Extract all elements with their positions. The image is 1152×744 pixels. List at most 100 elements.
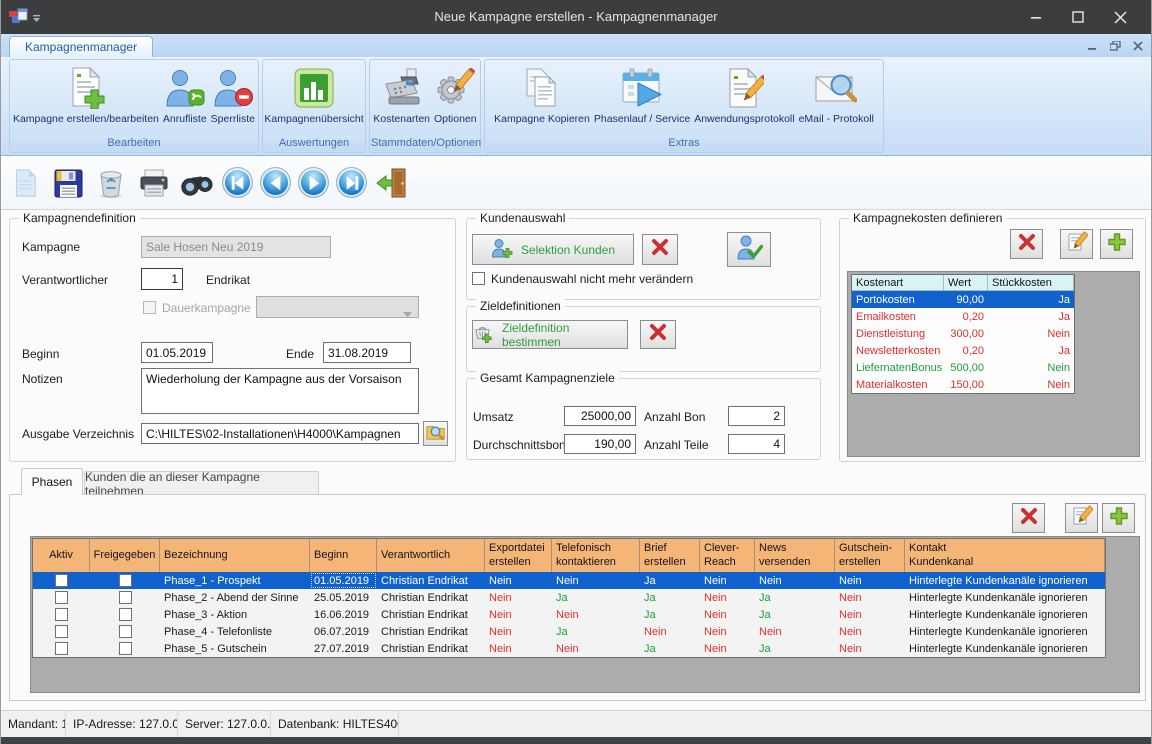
phase-row[interactable]: Phase_2 - Abend der Sinne 25.05.2019 Chr…: [33, 589, 1105, 606]
phase-row[interactable]: Phase_1 - Prospekt 01.05.2019 Christian …: [33, 572, 1105, 589]
zieldefinition-delete-button[interactable]: [640, 320, 676, 349]
ribbon-item-email-protokoll[interactable]: eMail - Protokoll: [799, 64, 874, 125]
ribbon-item-kampagne-kopieren[interactable]: Kampagne Kopieren: [494, 64, 590, 125]
ribbon-item-anrufliste[interactable]: Anrufliste: [163, 64, 207, 125]
phasen-tab-page: Aktiv Freigegeben Bezeichnung Beginn Ver…: [9, 494, 1146, 701]
phasen-grid-header: Aktiv Freigegeben Bezeichnung Beginn Ver…: [33, 539, 1105, 572]
kosten-row[interactable]: Dienstleistung 300,00 Nein: [852, 325, 1074, 342]
kosten-row[interactable]: Newsletterkosten 0,20 Ja: [852, 342, 1074, 359]
cash-register-icon: [382, 64, 422, 112]
kosten-grid-header: Kostenart Wert Stückkosten: [852, 275, 1074, 291]
zieldefinition-bestimmen-label: Zieldefinition bestimmen: [502, 321, 627, 349]
document-add-icon: [66, 64, 106, 112]
kunden-pruefen-button[interactable]: [727, 232, 771, 267]
notizen-label: Notizen: [22, 372, 63, 386]
nav-previous-icon[interactable]: [260, 167, 291, 198]
beginn-input[interactable]: 01.05.2019: [141, 342, 213, 363]
phase-edit-button[interactable]: [1065, 503, 1098, 533]
freigegeben-checkbox[interactable]: [119, 625, 132, 638]
phase-delete-button[interactable]: [1012, 503, 1045, 533]
mdi-minimize-icon[interactable]: [1088, 38, 1098, 56]
ausgabe-verzeichnis-input[interactable]: C:\HILTES\02-Installationen\H4000\Kampag…: [141, 423, 419, 444]
kosten-add-button[interactable]: [1100, 229, 1133, 259]
ribbon-group-stammdaten: Kostenarten Optionen Stammdaten/Optionen: [369, 59, 481, 153]
app-window: Neue Kampagne erstellen - Kampagnenmanag…: [0, 0, 1152, 744]
zieldefinition-bestimmen-button[interactable]: Zieldefinition bestimmen: [472, 320, 628, 349]
new-document-icon[interactable]: [7, 162, 43, 204]
freigegeben-checkbox[interactable]: [119, 608, 132, 621]
aktiv-checkbox[interactable]: [55, 608, 68, 621]
mdi-tab-kampagnenmanager[interactable]: Kampagnenmanager: [9, 36, 153, 57]
notizen-textarea[interactable]: Wiederholung der Kampagne aus der Vorsai…: [141, 368, 419, 414]
mdi-restore-icon[interactable]: [1110, 38, 1121, 56]
freigegeben-checkbox[interactable]: [119, 591, 132, 604]
exit-door-icon[interactable]: [374, 162, 410, 204]
dauerkampagne-combo[interactable]: [256, 296, 419, 318]
user-check-icon: [735, 233, 763, 266]
verantwortlicher-label: Verantwortlicher: [22, 273, 108, 287]
phase-add-button[interactable]: [1102, 503, 1135, 533]
selektion-kunden-button[interactable]: Selektion Kunden: [472, 234, 634, 265]
ribbon-item-sperrliste[interactable]: Sperrliste: [211, 64, 255, 125]
durchschnittsbon-input[interactable]: 190,00: [564, 434, 636, 454]
browse-folder-button[interactable]: [423, 421, 448, 446]
kosten-edit-button[interactable]: [1060, 229, 1093, 259]
mdi-close-icon[interactable]: [1133, 38, 1143, 56]
ribbon-item-anwendungsprotokoll[interactable]: Anwendungsprotokoll: [694, 64, 794, 125]
tab-kunden-teilnehmen[interactable]: Kunden die an dieser Kampagne teilnehmen: [84, 471, 319, 495]
close-icon[interactable]: [1099, 0, 1141, 34]
save-icon[interactable]: [50, 162, 86, 204]
kundenauswahl-delete-button[interactable]: [642, 234, 678, 265]
ribbon-item-kostenarten[interactable]: Kostenarten: [373, 64, 430, 125]
mail-search-icon: [815, 64, 857, 112]
maximize-icon[interactable]: [1057, 0, 1099, 34]
anzahl-bon-input[interactable]: 2: [728, 406, 785, 426]
aktiv-checkbox[interactable]: [55, 625, 68, 638]
minimize-icon[interactable]: [1015, 0, 1057, 34]
ende-input[interactable]: 31.08.2019: [323, 342, 411, 363]
kosten-delete-button[interactable]: [1010, 229, 1043, 259]
title-bar: Neue Kampagne erstellen - Kampagnenmanag…: [1, 0, 1151, 34]
nav-next-icon[interactable]: [298, 167, 329, 198]
dauerkampagne-checkbox[interactable]: [143, 301, 156, 314]
toolbar: [1, 156, 1151, 210]
kampagne-input[interactable]: Sale Hosen Neu 2019: [141, 236, 331, 258]
kundenauswahl-checkbox-label: Kundenauswahl nicht mehr verändern: [491, 272, 693, 286]
selektion-kunden-label: Selektion Kunden: [521, 243, 615, 257]
verantwortlicher-name-label: Endrikat: [206, 273, 250, 287]
tab-phasen[interactable]: Phasen: [21, 468, 83, 495]
ribbon-item-phasenlauf[interactable]: Phasenlauf / Service: [594, 64, 690, 125]
anzahl-teile-input[interactable]: 4: [728, 434, 785, 454]
kosten-row[interactable]: LiefernatenBonus 500,00 Nein: [852, 359, 1074, 376]
umsatz-input[interactable]: 25000,00: [564, 406, 636, 426]
aktiv-checkbox[interactable]: [55, 574, 68, 587]
freigegeben-checkbox[interactable]: [119, 574, 132, 587]
kosten-row[interactable]: Emailkosten 0,20 Ja: [852, 308, 1074, 325]
nav-first-icon[interactable]: [222, 167, 253, 198]
window-title: Neue Kampagne erstellen - Kampagnenmanag…: [1, 0, 1151, 34]
document-pencil-icon: [724, 64, 764, 112]
phase-row[interactable]: Phase_4 - Telefonliste 06.07.2019 Christ…: [33, 623, 1105, 640]
kosten-row[interactable]: Portokosten 90,00 Ja: [852, 291, 1074, 308]
kundenauswahl-checkbox[interactable]: [472, 272, 485, 285]
ribbon-item-kampagnenuebersicht[interactable]: Kampagnenübersicht: [264, 64, 363, 125]
phase-row[interactable]: Phase_5 - Gutschein 27.07.2019 Christian…: [33, 640, 1105, 657]
groupbox-title: Kampagnendefinition: [19, 211, 140, 225]
trash-icon[interactable]: [93, 162, 129, 204]
binoculars-icon[interactable]: [179, 162, 215, 204]
ribbon-group-caption: Auswertungen: [264, 135, 364, 151]
groupbox-kampagnekosten: Kampagnekosten definieren Kostenart Wert…: [839, 218, 1146, 462]
ribbon-item-kampagne-erstellen[interactable]: Kampagne erstellen/bearbeiten: [13, 64, 159, 125]
delete-x-icon: [647, 321, 669, 348]
aktiv-checkbox[interactable]: [55, 591, 68, 604]
freigegeben-checkbox[interactable]: [119, 642, 132, 655]
verantwortlicher-input[interactable]: 1: [141, 268, 183, 290]
printer-icon[interactable]: [136, 162, 172, 204]
nav-last-icon[interactable]: [336, 167, 367, 198]
ribbon-group-caption: Stammdaten/Optionen: [371, 135, 479, 151]
phase-row[interactable]: Phase_3 - Aktion 16.06.2019 Christian En…: [33, 606, 1105, 623]
aktiv-checkbox[interactable]: [55, 642, 68, 655]
ribbon-item-optionen[interactable]: Optionen: [434, 64, 477, 125]
kosten-row[interactable]: Materialkosten 150,00 Nein: [852, 376, 1074, 393]
ausgabe-verzeichnis-label: Ausgabe Verzeichnis: [22, 427, 134, 441]
